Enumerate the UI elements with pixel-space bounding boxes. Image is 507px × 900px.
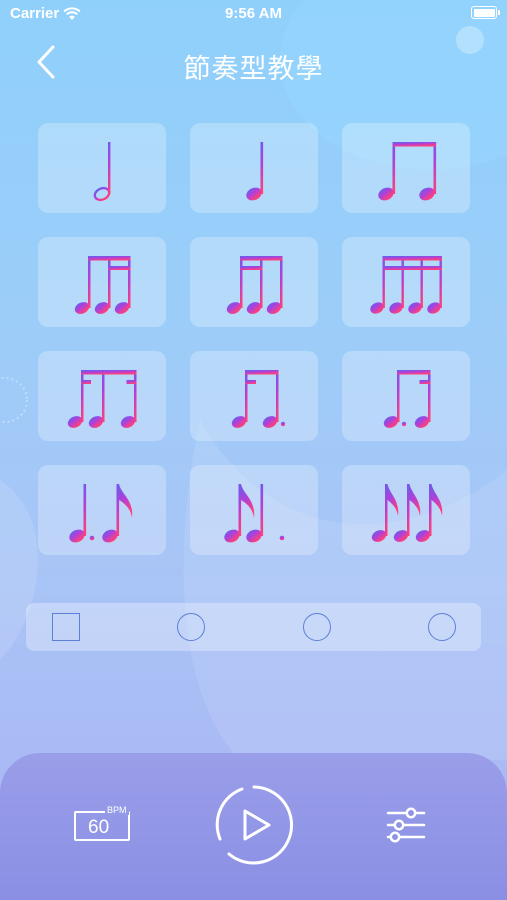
pattern-sixteenth-dotted-eighth[interactable] xyxy=(190,351,318,441)
quarter-note-icon xyxy=(246,142,264,201)
beat-indicator-bar xyxy=(26,603,481,651)
play-icon xyxy=(215,785,294,865)
pattern-dotted-eighth-sixteenth[interactable] xyxy=(342,351,470,441)
bpm-unit-label: BPM xyxy=(105,805,129,815)
pattern-eighth-dotted-quarter[interactable] xyxy=(190,465,318,555)
eighth-two-sixteenths-icon xyxy=(74,256,131,314)
status-time: 9:56 AM xyxy=(225,5,282,22)
pattern-quarter-note[interactable] xyxy=(190,123,318,213)
battery-icon xyxy=(471,6,500,19)
sixteenth-eighth-sixteenth-icon xyxy=(67,370,137,428)
pattern-two-eighths[interactable] xyxy=(342,123,470,213)
nav-bar: 節奏型教學 xyxy=(0,40,507,85)
two-eighth-notes-icon xyxy=(378,142,437,201)
rhythm-pattern-grid xyxy=(38,123,470,555)
pattern-eighth-two-sixteenths[interactable] xyxy=(38,237,166,327)
beat-indicator-4 xyxy=(428,613,456,641)
beat-indicator-3 xyxy=(303,613,331,641)
play-button[interactable] xyxy=(212,783,296,867)
four-sixteenth-notes-icon xyxy=(370,256,442,314)
beat-indicator-2 xyxy=(177,613,205,641)
two-sixteenths-eighth-icon xyxy=(226,256,283,314)
dotted-quarter-eighth-icon xyxy=(69,484,133,543)
pattern-two-sixteenths-eighth[interactable] xyxy=(190,237,318,327)
status-bar: Carrier 9:56 AM xyxy=(0,0,507,28)
half-note-icon xyxy=(93,142,111,202)
eighth-dotted-quarter-icon xyxy=(224,484,285,543)
pattern-three-eighths[interactable] xyxy=(342,465,470,555)
bpm-value: 60 xyxy=(88,817,110,838)
pattern-four-sixteenths[interactable] xyxy=(342,237,470,327)
beat-indicator-1 xyxy=(52,613,80,641)
dotted-eighth-sixteenth-icon xyxy=(383,370,431,428)
bpm-button[interactable]: BPM 60 xyxy=(72,805,132,845)
sixteenth-dotted-eighth-icon xyxy=(231,370,286,428)
sliders-icon xyxy=(386,807,426,843)
pattern-half-note[interactable] xyxy=(38,123,166,213)
pattern-sixteenth-eighth-sixteenth[interactable] xyxy=(38,351,166,441)
control-panel: BPM 60 xyxy=(0,753,507,900)
three-eighth-notes-icon xyxy=(371,484,443,542)
page-title: 節奏型教學 xyxy=(183,54,324,85)
pattern-dotted-quarter-eighth[interactable] xyxy=(38,465,166,555)
settings-button[interactable] xyxy=(385,807,427,843)
